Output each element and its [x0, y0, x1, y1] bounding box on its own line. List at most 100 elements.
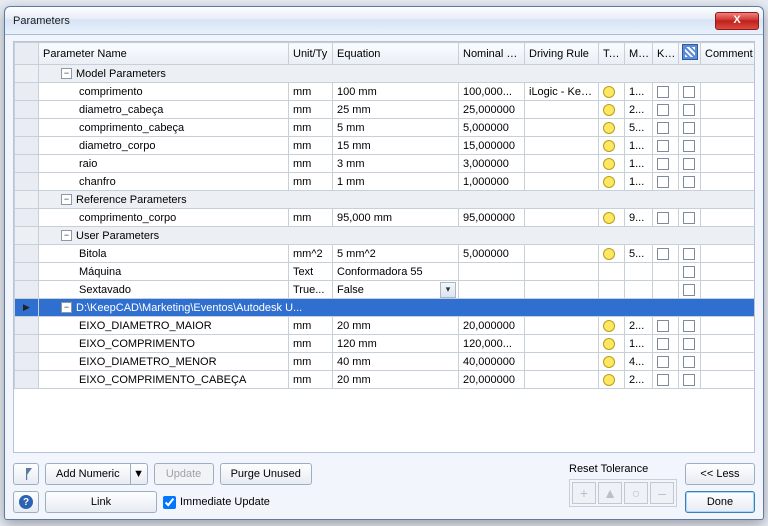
cell-key[interactable]: [653, 371, 679, 389]
filter-button[interactable]: [13, 463, 39, 485]
cell-nominal[interactable]: 5,000000: [459, 119, 525, 137]
cell-moc[interactable]: 2...: [625, 371, 653, 389]
cell-name[interactable]: Bitola: [39, 245, 289, 263]
export-checkbox[interactable]: [683, 140, 695, 152]
key-checkbox[interactable]: [657, 104, 669, 116]
cell-key[interactable]: [653, 263, 679, 281]
cell-nominal[interactable]: 25,000000: [459, 101, 525, 119]
param-row[interactable]: Bitolamm^25 mm^25,0000005...: [15, 245, 756, 263]
group-label[interactable]: −Model Parameters: [39, 65, 756, 83]
cell-tolerance[interactable]: [599, 101, 625, 119]
cell-equation[interactable]: 5 mm: [333, 119, 459, 137]
export-checkbox[interactable]: [683, 212, 695, 224]
cell-tolerance[interactable]: [599, 371, 625, 389]
cell-comment[interactable]: [701, 119, 756, 137]
cell-key[interactable]: [653, 173, 679, 191]
key-checkbox[interactable]: [657, 122, 669, 134]
cell-equation[interactable]: 1 mm: [333, 173, 459, 191]
cell-moc[interactable]: 5...: [625, 119, 653, 137]
cell-tolerance[interactable]: [599, 335, 625, 353]
cell-equation[interactable]: 95,000 mm: [333, 209, 459, 227]
cell-moc[interactable]: 9...: [625, 209, 653, 227]
col-moc[interactable]: Moc: [625, 43, 653, 65]
cell-tolerance[interactable]: [599, 263, 625, 281]
cell-tolerance[interactable]: [599, 119, 625, 137]
cell-key[interactable]: [653, 317, 679, 335]
cell-name[interactable]: chanfro: [39, 173, 289, 191]
group-label[interactable]: −User Parameters: [39, 227, 756, 245]
cell-moc[interactable]: 1...: [625, 137, 653, 155]
cell-tolerance[interactable]: [599, 281, 625, 299]
cell-tolerance[interactable]: [599, 137, 625, 155]
cell-comment[interactable]: [701, 263, 756, 281]
param-row[interactable]: chanfromm1 mm1,0000001...: [15, 173, 756, 191]
tolerance-plus[interactable]: +: [572, 482, 596, 504]
cell-equation[interactable]: 3 mm: [333, 155, 459, 173]
cell-comment[interactable]: [701, 335, 756, 353]
done-button[interactable]: Done: [685, 491, 755, 513]
close-button[interactable]: X: [715, 12, 759, 30]
cell-tolerance[interactable]: [599, 245, 625, 263]
link-button[interactable]: Link: [45, 491, 157, 513]
cell-export[interactable]: [679, 281, 701, 299]
export-checkbox[interactable]: [683, 158, 695, 170]
param-row[interactable]: comprimento_corpomm95,000 mm95,0000009..…: [15, 209, 756, 227]
export-checkbox[interactable]: [683, 86, 695, 98]
cell-equation[interactable]: 120 mm: [333, 335, 459, 353]
cell-key[interactable]: [653, 281, 679, 299]
col-tolerance[interactable]: Tol.: [599, 43, 625, 65]
export-checkbox[interactable]: [683, 284, 695, 296]
cell-nominal[interactable]: [459, 263, 525, 281]
export-checkbox[interactable]: [683, 248, 695, 260]
cell-nominal[interactable]: 1,000000: [459, 173, 525, 191]
cell-unit[interactable]: mm: [289, 83, 333, 101]
cell-unit[interactable]: Text: [289, 263, 333, 281]
add-numeric-button[interactable]: Add Numeric: [45, 463, 130, 485]
col-comment[interactable]: Comment: [701, 43, 756, 65]
cell-driving-rule[interactable]: [525, 245, 599, 263]
export-checkbox[interactable]: [683, 356, 695, 368]
cell-equation[interactable]: 20 mm: [333, 371, 459, 389]
cell-equation[interactable]: Conformadora 55: [333, 263, 459, 281]
cell-comment[interactable]: [701, 155, 756, 173]
cell-unit[interactable]: mm: [289, 173, 333, 191]
cell-export[interactable]: [679, 263, 701, 281]
cell-moc[interactable]: 1...: [625, 335, 653, 353]
param-row[interactable]: MáquinaTextConformadora 55: [15, 263, 756, 281]
cell-name[interactable]: comprimento_corpo: [39, 209, 289, 227]
cell-comment[interactable]: [701, 317, 756, 335]
group-label[interactable]: −D:\KeepCAD\Marketing\Eventos\Autodesk U…: [39, 299, 756, 317]
cell-export[interactable]: [679, 353, 701, 371]
tolerance-minus[interactable]: –: [650, 482, 674, 504]
cell-driving-rule[interactable]: [525, 209, 599, 227]
cell-nominal[interactable]: 20,000000: [459, 317, 525, 335]
cell-nominal[interactable]: 20,000000: [459, 371, 525, 389]
export-checkbox[interactable]: [683, 266, 695, 278]
cell-moc[interactable]: [625, 263, 653, 281]
cell-name[interactable]: EIXO_DIAMETRO_MAIOR: [39, 317, 289, 335]
immediate-update-input[interactable]: [163, 496, 176, 509]
key-checkbox[interactable]: [657, 320, 669, 332]
add-numeric-arrow[interactable]: ▼: [130, 463, 148, 485]
cell-export[interactable]: [679, 173, 701, 191]
cell-key[interactable]: [653, 335, 679, 353]
cell-driving-rule[interactable]: [525, 353, 599, 371]
key-checkbox[interactable]: [657, 338, 669, 350]
cell-export[interactable]: [679, 371, 701, 389]
cell-name[interactable]: comprimento_cabeça: [39, 119, 289, 137]
cell-driving-rule[interactable]: [525, 371, 599, 389]
param-row[interactable]: EIXO_COMPRIMENTO_CABEÇAmm20 mm20,0000002…: [15, 371, 756, 389]
param-row[interactable]: diametro_cabeçamm25 mm25,0000002...: [15, 101, 756, 119]
cell-comment[interactable]: [701, 209, 756, 227]
key-checkbox[interactable]: [657, 356, 669, 368]
group-label[interactable]: −Reference Parameters: [39, 191, 756, 209]
col-equation[interactable]: Equation: [333, 43, 459, 65]
cell-name[interactable]: Máquina: [39, 263, 289, 281]
cell-key[interactable]: [653, 119, 679, 137]
param-row[interactable]: EIXO_DIAMETRO_MAIORmm20 mm20,0000002...: [15, 317, 756, 335]
cell-driving-rule[interactable]: iLogic - Keep...: [525, 83, 599, 101]
export-checkbox[interactable]: [683, 104, 695, 116]
key-checkbox[interactable]: [657, 374, 669, 386]
cell-export[interactable]: [679, 335, 701, 353]
cell-driving-rule[interactable]: [525, 281, 599, 299]
